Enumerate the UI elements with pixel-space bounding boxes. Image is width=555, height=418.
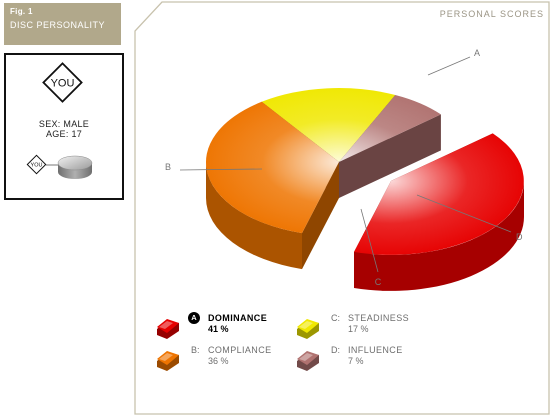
- legend-name: DOMINANCE: [208, 313, 268, 323]
- legend-letter-d: D:: [331, 345, 340, 355]
- legend-item-influence[interactable]: D: INFLUENCE 7 %: [295, 345, 425, 375]
- legend-swatch-compliance: [157, 351, 179, 371]
- legend-letter-a: A: [188, 312, 200, 324]
- legend-letter-b: B:: [191, 345, 200, 355]
- legend-swatch-dominance: [157, 319, 179, 339]
- legend-name: COMPLIANCE: [208, 345, 272, 355]
- legend-item-steadiness[interactable]: C: STEADINESS 17 %: [295, 313, 425, 343]
- legend-swatch-influence: [297, 351, 319, 371]
- legend-swatch-steadiness: [297, 319, 319, 339]
- legend-item-dominance[interactable]: A DOMINANCE 41 %: [155, 312, 285, 343]
- legend-name: STEADINESS: [348, 313, 410, 323]
- legend-value: 7 %: [348, 356, 364, 366]
- callout-label-b: B: [165, 162, 171, 172]
- callout-label-d: D: [516, 232, 523, 242]
- legend-value: 36 %: [208, 356, 229, 366]
- legend-value: 17 %: [348, 324, 369, 334]
- legend-value: 41 %: [208, 324, 229, 334]
- legend-letter-c: C:: [331, 313, 340, 323]
- legend-name: INFLUENCE: [348, 345, 403, 355]
- callout-line-a: [427, 56, 471, 76]
- callout-label-a: A: [474, 48, 480, 58]
- callout-label-c: C: [375, 277, 382, 287]
- legend-item-compliance[interactable]: B: COMPLIANCE 36 %: [155, 345, 285, 375]
